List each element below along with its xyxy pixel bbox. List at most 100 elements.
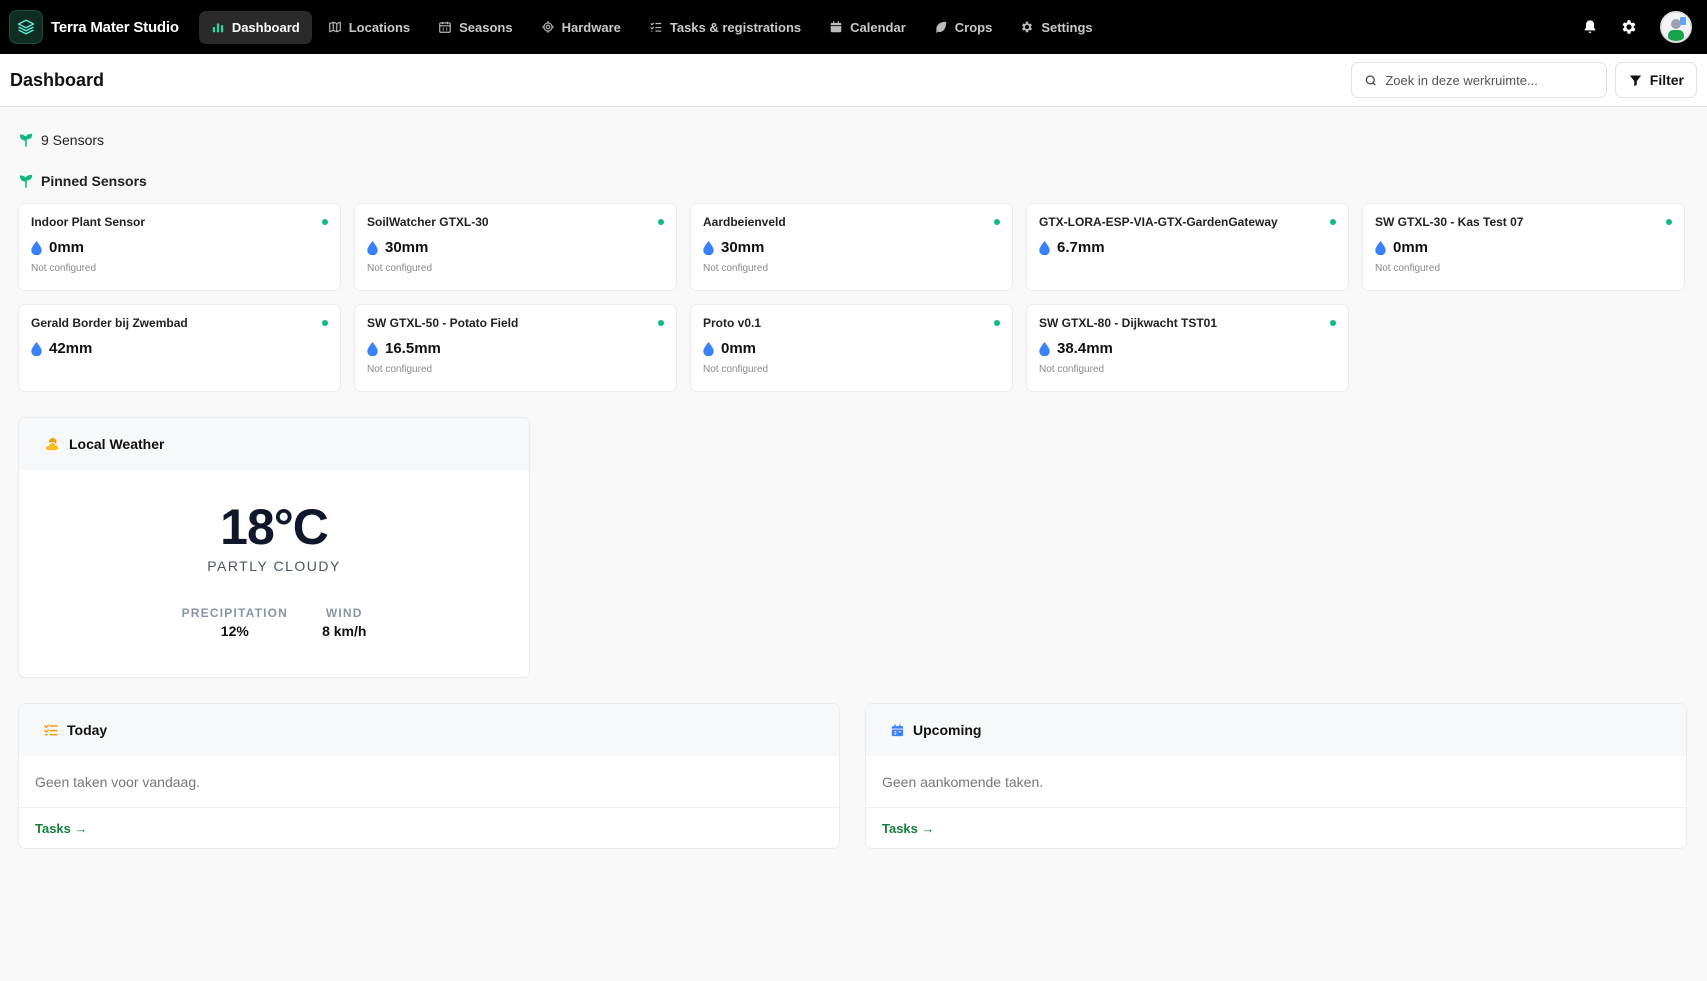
filter-button[interactable]: Filter: [1614, 62, 1697, 98]
water-drop-icon: [703, 341, 714, 356]
sensor-card[interactable]: SW GTXL-80 - Dijkwacht TST01 38.4mm Not …: [1026, 304, 1349, 392]
task-panels: Today Geen taken voor vandaag. Tasks → U…: [18, 703, 1689, 849]
search-input[interactable]: [1385, 72, 1594, 88]
sensor-status-note: Not configured: [703, 364, 769, 375]
sensor-card[interactable]: SW GTXL-50 - Potato Field 16.5mm Not con…: [354, 304, 677, 392]
sensor-card[interactable]: Indoor Plant Sensor 0mm Not configured: [18, 203, 341, 291]
status-online-dot: [1330, 320, 1336, 326]
sensor-name: Proto v0.1: [703, 316, 762, 330]
upcoming-tasks-link[interactable]: Tasks →: [882, 821, 935, 836]
nav-item-locations[interactable]: Locations: [316, 11, 422, 44]
leaf-icon: [935, 21, 947, 33]
nav-item-calendar[interactable]: Calendar: [817, 11, 918, 44]
status-online-dot: [658, 219, 664, 225]
sensor-value: 30mm: [721, 239, 765, 256]
map-icon: [328, 21, 341, 33]
search-icon: [1365, 74, 1376, 85]
sensor-value: 6.7mm: [1057, 239, 1105, 256]
today-footer: Tasks →: [19, 808, 839, 848]
sensor-card[interactable]: Gerald Border bij Zwembad 42mm: [18, 304, 341, 392]
nav-item-settings[interactable]: Settings: [1008, 11, 1104, 44]
wind-stat: WIND 8 km/h: [322, 606, 366, 639]
sensor-status-note: Not configured: [1039, 364, 1105, 375]
nav-item-seasons[interactable]: Seasons: [426, 11, 524, 44]
sensor-reading: 0mm: [31, 239, 328, 256]
sensor-status-note: Not configured: [703, 263, 769, 274]
upcoming-card-header: Upcoming: [866, 704, 1686, 756]
water-drop-icon: [1039, 341, 1050, 356]
gear-icon[interactable]: [1620, 18, 1638, 36]
chip-icon: [541, 21, 554, 33]
top-right-actions: [1582, 11, 1698, 43]
sensor-value: 0mm: [1393, 239, 1429, 256]
search-box[interactable]: [1350, 62, 1607, 98]
sensor-reading: 16.5mm: [367, 340, 664, 357]
water-drop-icon: [367, 341, 378, 356]
sensor-count: 9 Sensors: [18, 132, 1689, 148]
sensor-card[interactable]: GTX-LORA-ESP-VIA-GTX-GardenGateway 6.7mm: [1026, 203, 1349, 291]
precipitation-label: PRECIPITATION: [181, 606, 289, 620]
water-drop-icon: [703, 240, 714, 255]
layers-logo-icon: [9, 10, 43, 44]
nav-label: Calendar: [850, 19, 906, 35]
sensor-value: 38.4mm: [1057, 340, 1113, 357]
brand[interactable]: Terra Mater Studio: [9, 10, 179, 44]
sprout-icon: [19, 133, 33, 147]
bar-chart-icon: [212, 23, 224, 33]
upcoming-card: Upcoming Geen aankomende taken. Tasks →: [865, 703, 1687, 849]
nav-label: Crops: [954, 19, 993, 35]
status-online-dot: [1666, 219, 1672, 225]
sensor-reading: 42mm: [31, 340, 328, 357]
status-online-dot: [322, 219, 328, 225]
upcoming-footer: Tasks →: [866, 808, 1686, 848]
user-avatar-icon: [1662, 13, 1690, 41]
main-content: 9 Sensors Pinned Sensors Indoor Plant Se…: [0, 132, 1707, 849]
gear-icon: [1022, 21, 1033, 33]
sensor-reading: 30mm: [703, 239, 1000, 256]
sensor-name: SW GTXL-30 - Kas Test 07: [1375, 215, 1524, 229]
page-title: Dashboard: [10, 69, 105, 90]
today-title: Today: [67, 722, 108, 738]
list-check-icon: [44, 724, 58, 736]
precipitation-stat: PRECIPITATION 12%: [182, 606, 289, 639]
nav-item-crops[interactable]: Crops: [922, 11, 1005, 44]
today-tasks-link[interactable]: Tasks →: [35, 821, 88, 836]
sensor-card[interactable]: Aardbeienveld 30mm Not configured: [690, 203, 1013, 291]
top-navbar: Terra Mater Studio Dashboard Locations S…: [0, 0, 1707, 54]
today-card-header: Today: [19, 704, 839, 756]
sensor-reading: 6.7mm: [1039, 239, 1336, 256]
sprout-icon: [19, 174, 33, 188]
sensor-name: SW GTXL-80 - Dijkwacht TST01: [1039, 316, 1218, 330]
sensor-status-note: Not configured: [1375, 263, 1441, 274]
status-online-dot: [1330, 219, 1336, 225]
nav-item-tasks[interactable]: Tasks & registrations: [637, 11, 813, 44]
sensor-name: GTX-LORA-ESP-VIA-GTX-GardenGateway: [1039, 215, 1278, 229]
calendar-grid-icon: [439, 21, 451, 33]
status-online-dot: [994, 320, 1000, 326]
bell-icon[interactable]: [1582, 19, 1598, 35]
nav-label: Locations: [348, 19, 411, 35]
calendar-icon: [830, 21, 842, 33]
sensor-card[interactable]: SW GTXL-30 - Kas Test 07 0mm Not configu…: [1362, 203, 1685, 291]
calendar-icon: [891, 723, 904, 736]
sensor-reading: 30mm: [367, 239, 664, 256]
water-drop-icon: [31, 240, 42, 255]
today-empty-state: Geen taken voor vandaag.: [19, 756, 839, 808]
nav-item-dashboard[interactable]: Dashboard: [198, 10, 312, 44]
list-check-icon: [650, 22, 662, 32]
pinned-sensors-label: Pinned Sensors: [41, 173, 147, 189]
avatar[interactable]: [1660, 11, 1692, 43]
filter-icon: [1629, 75, 1641, 86]
nav-item-hardware[interactable]: Hardware: [529, 11, 633, 44]
weather-card-header: Local Weather: [19, 418, 529, 470]
water-drop-icon: [367, 240, 378, 255]
sensor-card[interactable]: Proto v0.1 0mm Not configured: [690, 304, 1013, 392]
sensor-value: 0mm: [49, 239, 85, 256]
upcoming-empty-state: Geen aankomende taken.: [866, 756, 1686, 808]
partly-cloudy-icon: [44, 438, 60, 452]
header-actions: Filter: [1350, 62, 1697, 98]
nav-label: Hardware: [561, 19, 621, 35]
sensor-card[interactable]: SoilWatcher GTXL-30 30mm Not configured: [354, 203, 677, 291]
nav-label: Tasks & registrations: [669, 19, 802, 35]
temperature: 18°C: [220, 499, 329, 555]
